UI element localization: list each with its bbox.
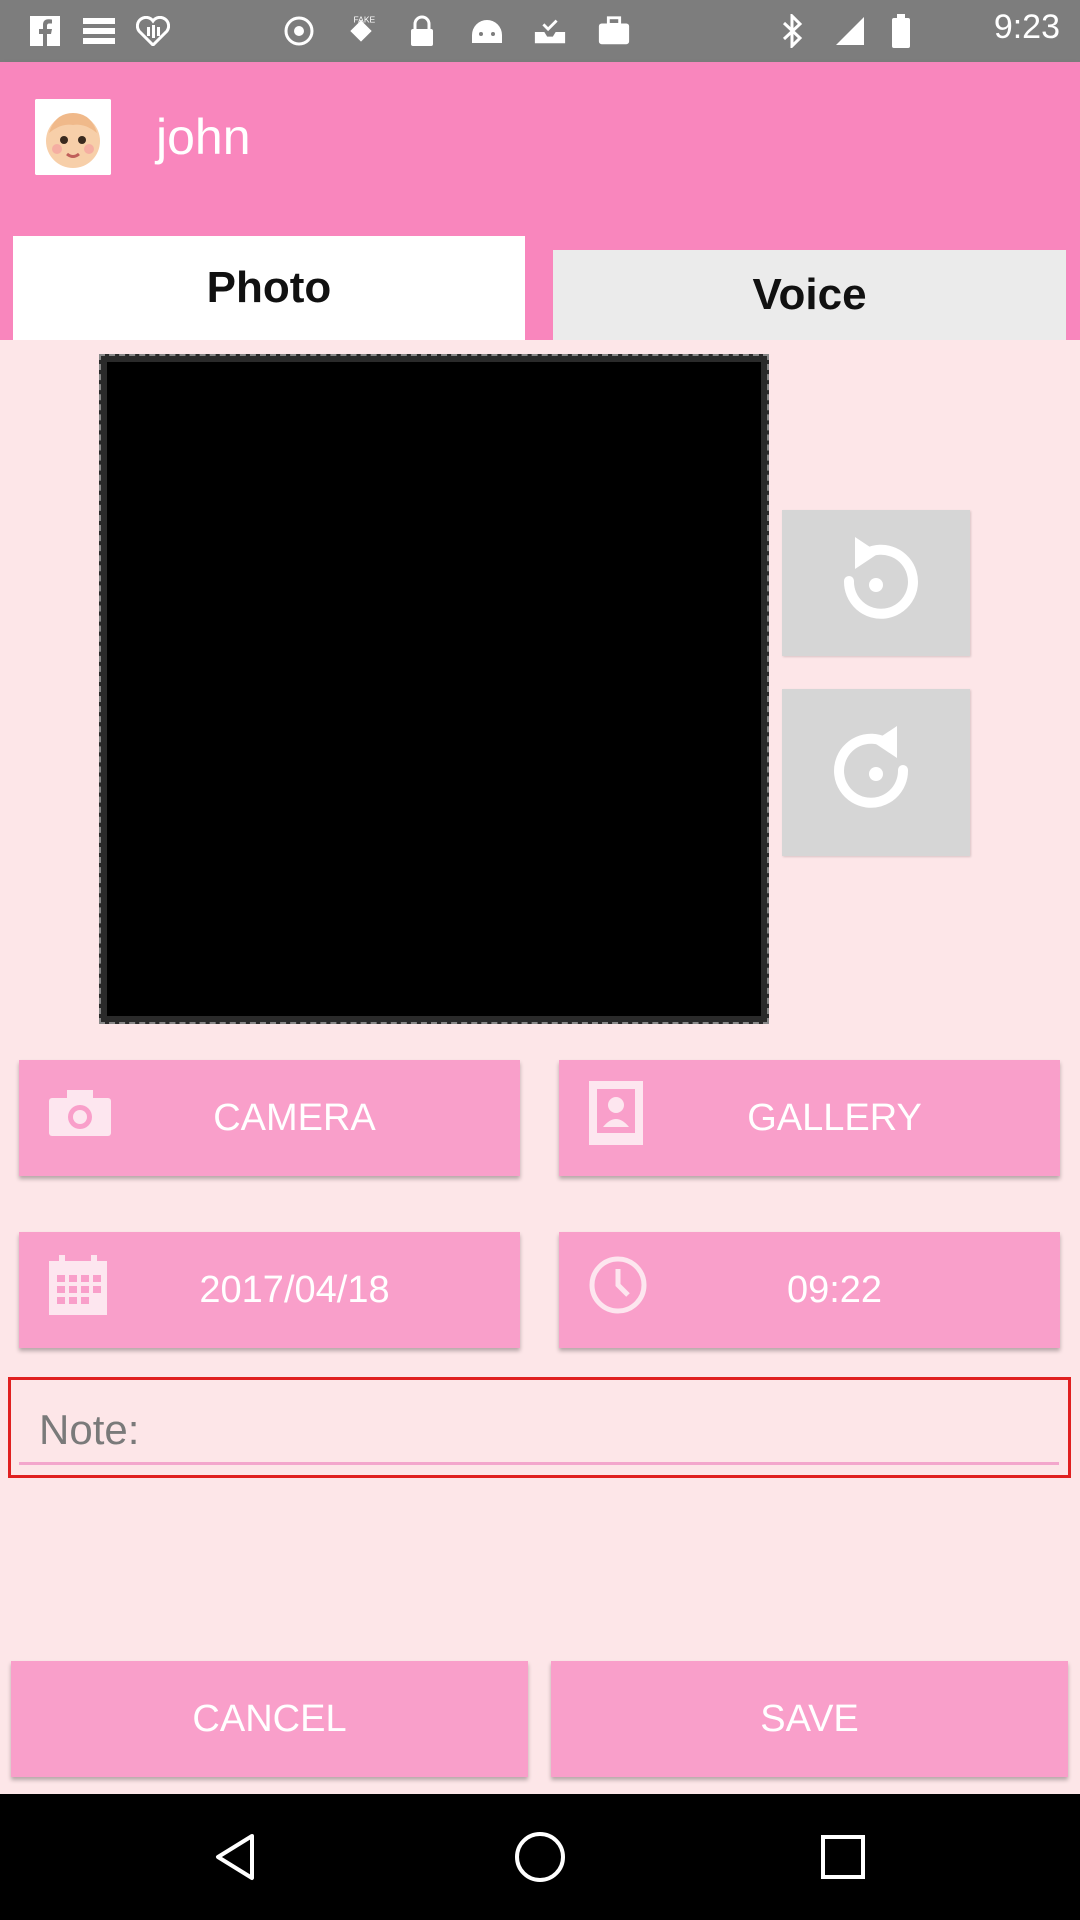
gallery-label: GALLERY — [747, 1096, 922, 1139]
date-button[interactable]: 2017/04/18 — [19, 1232, 520, 1348]
camera-icon — [49, 1090, 111, 1146]
inbox-check-icon — [533, 14, 567, 48]
photo-preview[interactable] — [107, 362, 761, 1016]
calendar-icon — [49, 1255, 107, 1325]
work-icon — [597, 14, 631, 48]
camera-label: CAMERA — [213, 1096, 376, 1139]
iheart-icon — [136, 14, 170, 48]
gallery-button[interactable]: GALLERY — [559, 1060, 1060, 1176]
home-icon[interactable] — [514, 1831, 566, 1888]
time-button[interactable]: 09:22 — [559, 1232, 1060, 1348]
lock-icon — [405, 14, 439, 48]
baby-face-icon[interactable] — [35, 99, 111, 175]
notification-icon — [282, 14, 316, 48]
svg-text:FAKE: FAKE — [353, 15, 375, 25]
rotate-right-button[interactable] — [782, 689, 970, 856]
tab-voice-label: Voice — [752, 270, 867, 319]
status-time: 9:23 — [993, 8, 1060, 46]
clock-icon — [589, 1256, 647, 1324]
note-input[interactable] — [19, 1397, 1059, 1465]
date-label: 2017/04/18 — [199, 1268, 390, 1311]
camera-button[interactable]: CAMERA — [19, 1060, 520, 1176]
time-label: 09:22 — [786, 1268, 883, 1311]
battery-icon — [884, 14, 918, 48]
tab-voice[interactable]: Voice — [553, 250, 1066, 340]
cancel-label: CANCEL — [192, 1697, 347, 1740]
tab-photo-label: Photo — [206, 263, 332, 312]
signal-icon — [833, 14, 867, 48]
facebook-icon — [28, 14, 62, 48]
rotate-ccw-icon — [821, 531, 931, 636]
android-icon — [470, 14, 504, 48]
cancel-button[interactable]: CANCEL — [11, 1661, 528, 1777]
gallery-icon — [589, 1081, 643, 1155]
recents-icon[interactable] — [820, 1834, 866, 1885]
back-icon[interactable] — [210, 1832, 260, 1887]
save-button[interactable]: SAVE — [551, 1661, 1068, 1777]
tab-photo[interactable]: Photo — [13, 236, 525, 340]
bluetooth-icon — [775, 14, 809, 48]
status-bar: FAKE 9:23 — [0, 0, 1080, 62]
rotate-left-button[interactable] — [782, 510, 970, 656]
rotate-cw-icon — [821, 715, 931, 830]
user-name: john — [156, 109, 251, 165]
navigation-bar — [0, 1794, 1080, 1920]
fake-gps-icon: FAKE — [344, 14, 378, 48]
save-label: SAVE — [760, 1697, 859, 1740]
menu-icon — [82, 14, 116, 48]
